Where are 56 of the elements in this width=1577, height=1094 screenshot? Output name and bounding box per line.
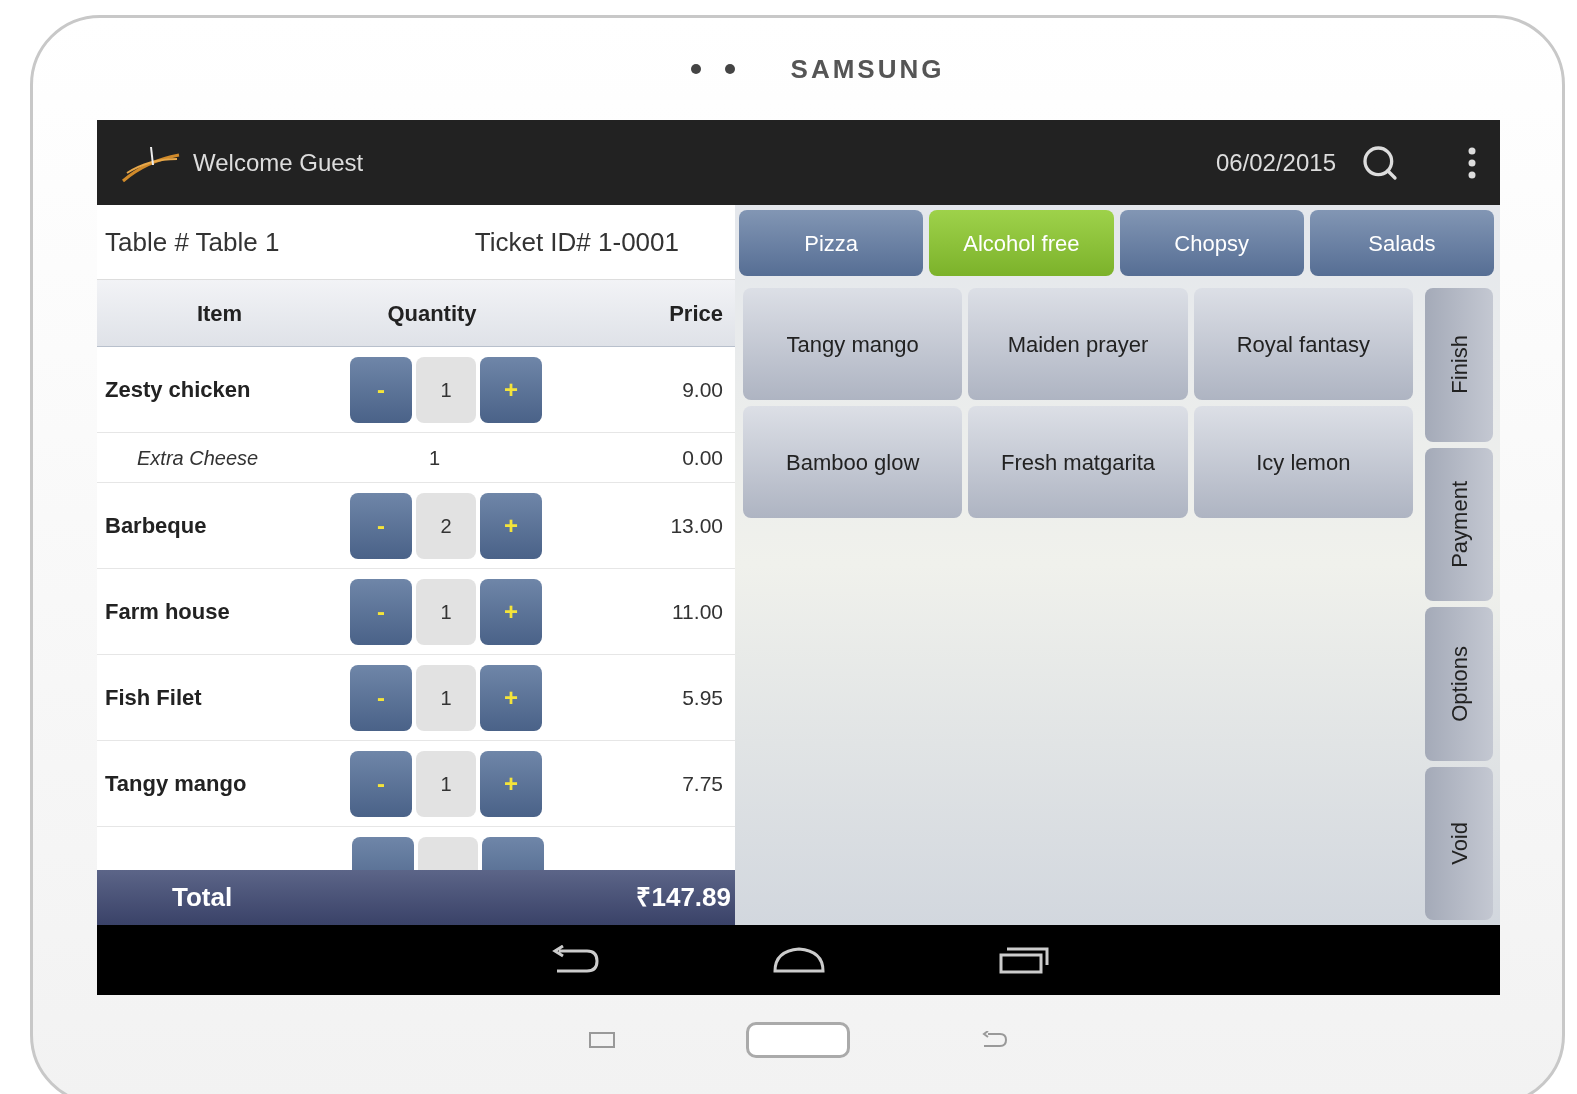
- column-header: Item: [195, 299, 244, 328]
- modifier-quantity: 1: [427, 445, 442, 471]
- category-tab[interactable]: Salads: [1309, 210, 1494, 276]
- quantity-value: 1: [416, 356, 476, 423]
- increase-button[interactable]: +: [480, 664, 542, 731]
- product-button[interactable]: Bamboo glow: [743, 406, 963, 518]
- category-tab[interactable]: Chopsy: [1119, 210, 1304, 276]
- decrease-button[interactable]: -: [350, 356, 412, 423]
- table-label: Table # Table 1: [105, 225, 280, 259]
- increase-button[interactable]: +: [480, 356, 542, 423]
- decrease-button[interactable]: -: [350, 492, 412, 559]
- total-amount: ₹147.89: [636, 881, 731, 914]
- action-button[interactable]: Options: [1425, 607, 1493, 761]
- overflow-menu-icon[interactable]: [1468, 146, 1476, 179]
- menu-key-icon[interactable]: [587, 1031, 616, 1049]
- camera-icon: [690, 64, 701, 74]
- item-name: Fish Filet: [105, 684, 203, 712]
- decrease-button[interactable]: -: [350, 578, 412, 645]
- decrease-button[interactable]: -: [350, 750, 412, 817]
- total-label: Total: [172, 881, 233, 914]
- product-button[interactable]: Fresh matgarita: [968, 406, 1188, 518]
- action-button[interactable]: Finish: [1425, 288, 1493, 442]
- action-button[interactable]: Void: [1425, 766, 1493, 920]
- item-price: 11.00: [671, 598, 723, 625]
- modifier-price: 0.00: [681, 444, 723, 471]
- date-label: 06/02/2015: [1215, 147, 1336, 178]
- product-button[interactable]: Maiden prayer: [968, 288, 1188, 400]
- action-button[interactable]: Payment: [1425, 447, 1493, 601]
- item-name: Barbeque: [105, 512, 208, 540]
- modifier-name: Extra Cheese: [137, 445, 260, 471]
- product-button[interactable]: Royal fantasy: [1193, 288, 1413, 400]
- column-header: Price: [668, 299, 723, 328]
- increase-button[interactable]: +: [480, 750, 542, 817]
- increase-button[interactable]: +: [480, 492, 542, 559]
- item-name: Tangy mango: [105, 770, 248, 798]
- category-tab[interactable]: Alcohol free: [929, 210, 1114, 276]
- item-price: 13.00: [669, 512, 723, 539]
- item-name: Farm house: [105, 598, 231, 626]
- category-tab[interactable]: Pizza: [739, 210, 924, 276]
- decrease-button[interactable]: -: [350, 664, 412, 731]
- brand-logo: SAMSUNG: [790, 52, 945, 86]
- quantity-value: 1: [416, 750, 476, 817]
- item-price: 7.75: [681, 770, 723, 797]
- ticket-id-label: Ticket ID# 1-0001: [474, 225, 679, 259]
- product-button[interactable]: Tangy mango: [743, 288, 963, 400]
- item-price: 5.95: [681, 684, 723, 711]
- quantity-value: 2: [416, 492, 476, 559]
- increase-button[interactable]: +: [480, 578, 542, 645]
- quantity-value: 1: [416, 664, 476, 731]
- welcome-title: Welcome Guest: [193, 147, 364, 178]
- product-button[interactable]: Icy lemon: [1193, 406, 1413, 518]
- column-header: Quantity: [386, 299, 478, 328]
- quantity-value: 1: [416, 578, 476, 645]
- item-price: 9.00: [681, 376, 723, 403]
- sensor-icon: [724, 64, 735, 74]
- item-name: Zesty chicken: [105, 376, 252, 404]
